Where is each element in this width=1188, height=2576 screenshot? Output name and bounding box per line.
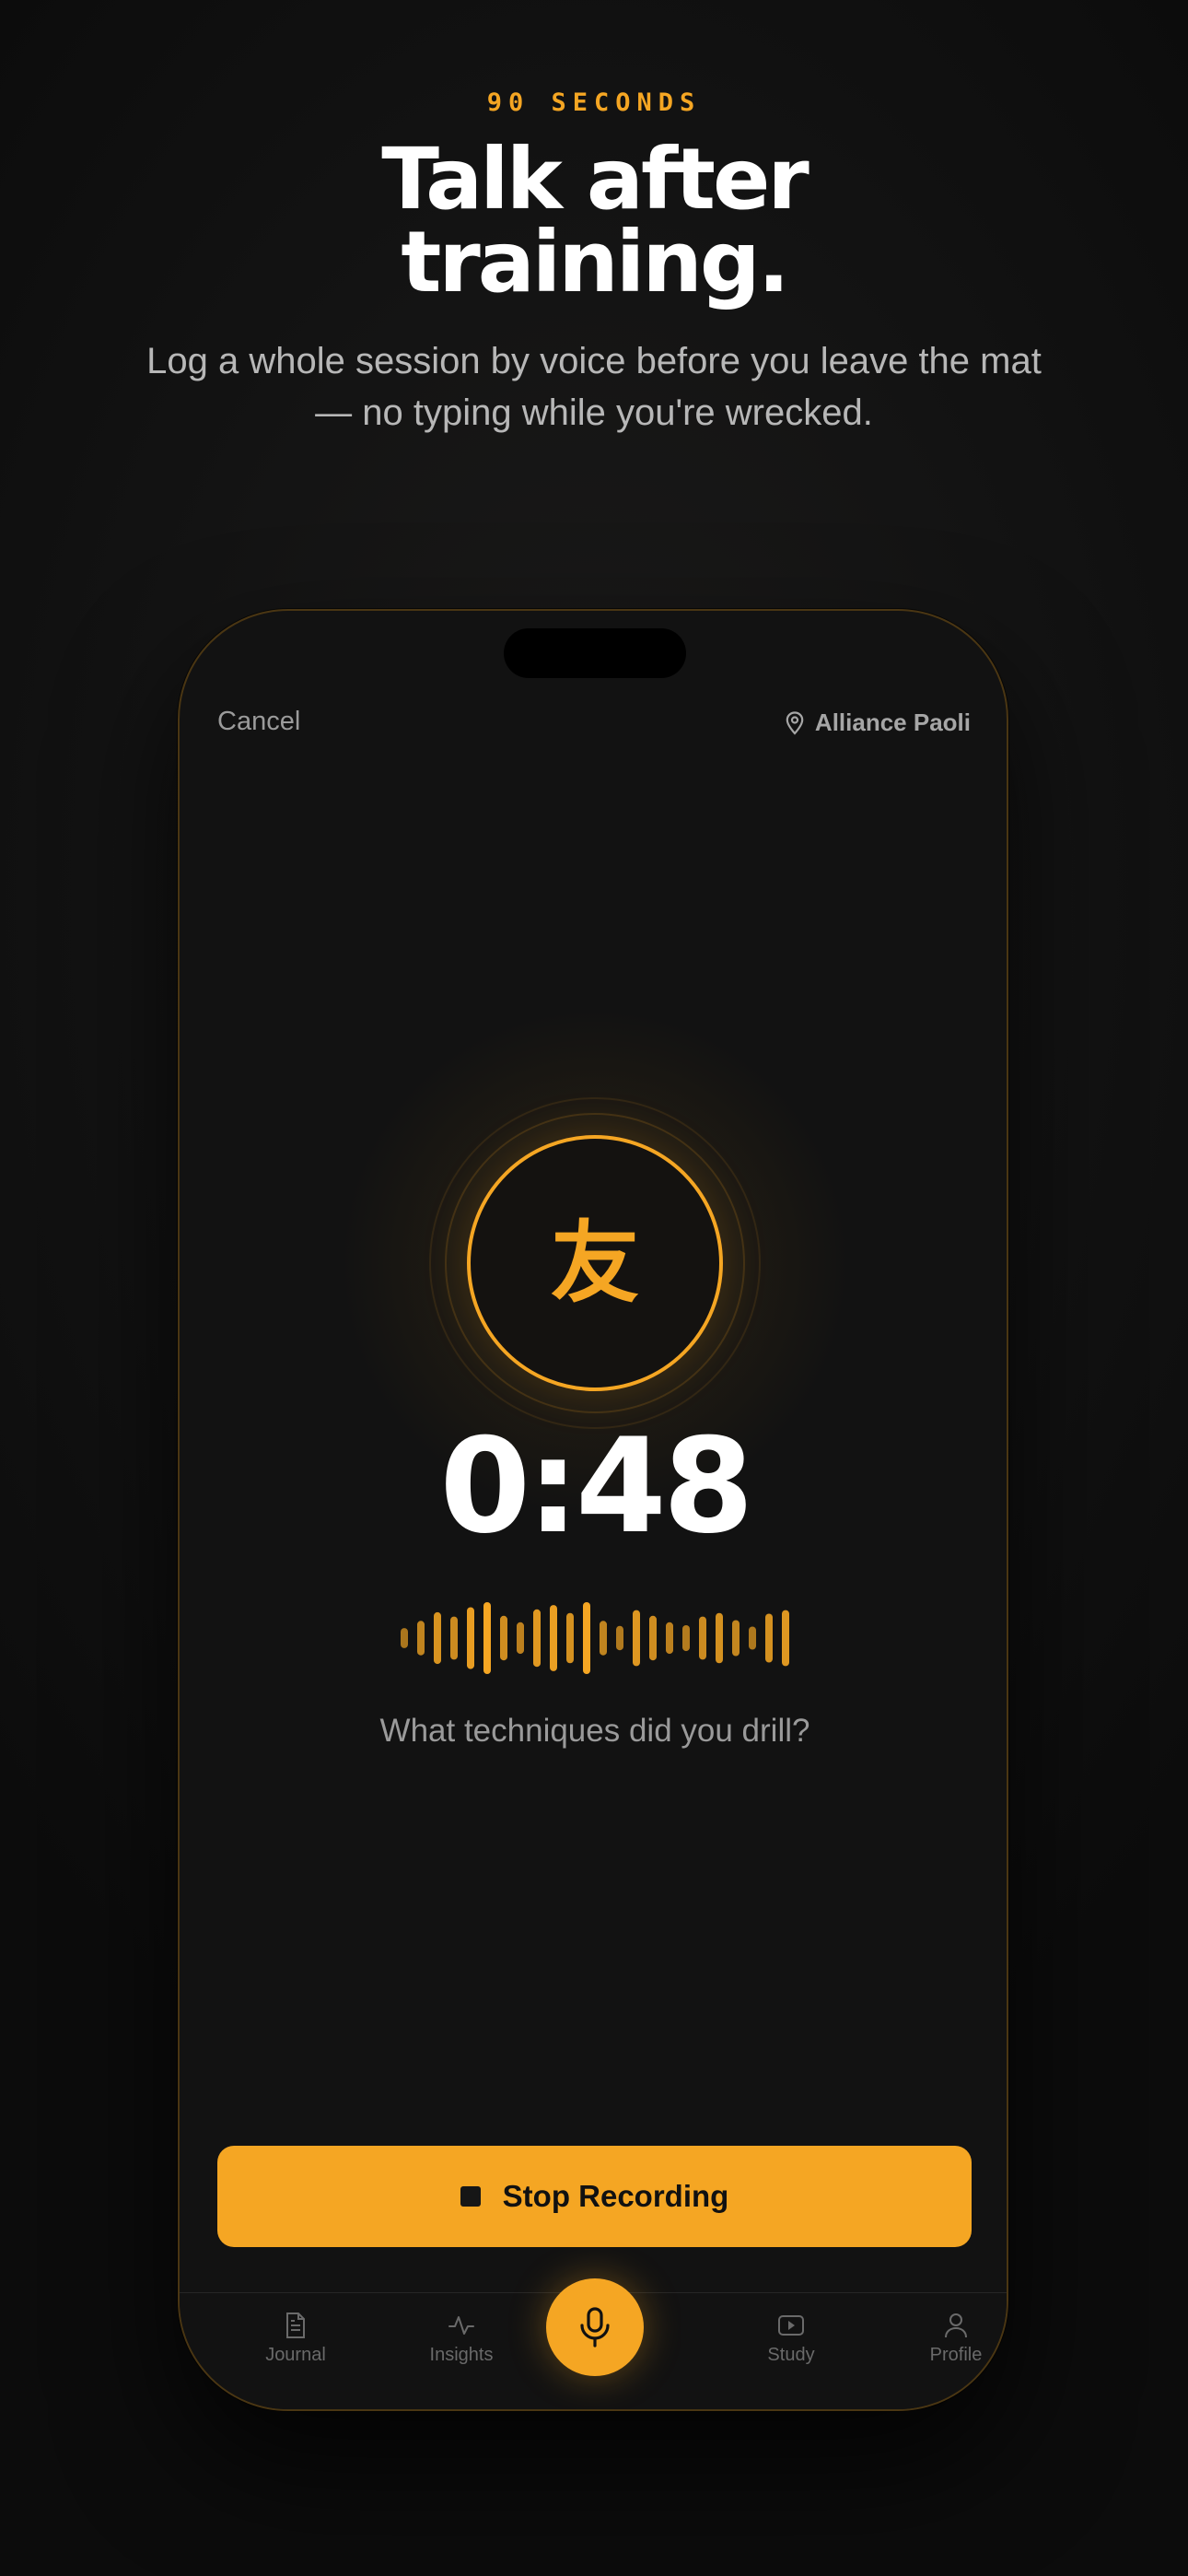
waveform-bar [401, 1628, 408, 1648]
tab-label: Journal [265, 2345, 326, 2365]
tab-insights[interactable]: Insights [388, 2312, 535, 2366]
stop-icon [460, 2186, 481, 2207]
headline-line-2: training. [401, 213, 789, 311]
activity-icon [448, 2316, 474, 2335]
waveform-bar [749, 1626, 756, 1650]
waveform-bar [666, 1622, 673, 1655]
gym-location[interactable]: Alliance Paoli [786, 708, 971, 737]
waveform-bar [533, 1609, 541, 1668]
logo-glyph: 友 [551, 1212, 639, 1315]
recording-indicator: 友 [467, 1135, 723, 1391]
waveform-bar [566, 1612, 574, 1664]
waveform-bar [583, 1602, 590, 1674]
question-prompt: What techniques did you drill? [379, 1713, 810, 1749]
waveform-bar [782, 1610, 789, 1667]
stop-recording-label: Stop Recording [502, 2179, 729, 2213]
document-icon [286, 2313, 305, 2338]
waveform-bar [450, 1616, 458, 1660]
tab-profile[interactable]: Profile [882, 2312, 1007, 2366]
waveform-bar [517, 1622, 524, 1655]
audio-waveform [401, 1602, 789, 1674]
tab-label: Profile [929, 2345, 983, 2365]
tab-study[interactable]: Study [717, 2312, 865, 2366]
eyebrow-label: 90 SECONDS [486, 88, 702, 117]
gym-name: Alliance Paoli [814, 708, 971, 736]
waveform-bar [616, 1625, 623, 1651]
tab-journal[interactable]: Journal [222, 2312, 369, 2366]
stop-recording-button[interactable]: Stop Recording [217, 2146, 972, 2247]
dynamic-island [504, 628, 686, 678]
headline-line-1: Talk after [381, 130, 809, 228]
waveform-bar [483, 1602, 491, 1674]
waveform-bar [699, 1616, 706, 1660]
tab-label: Study [767, 2345, 815, 2365]
waveform-bar [550, 1605, 557, 1671]
play-icon [778, 2315, 804, 2336]
waveform-bar [649, 1615, 657, 1661]
tab-label: Insights [429, 2345, 494, 2365]
cancel-button[interactable]: Cancel [217, 707, 300, 737]
headline: Talk after training. [0, 130, 1188, 311]
location-pin-icon [786, 710, 804, 735]
waveform-bar [732, 1620, 740, 1657]
phone-mockup: Cancel Alliance Paoli 友 0:48 What techni… [178, 609, 1008, 2411]
waveform-bar [434, 1611, 441, 1665]
waveform-bar [500, 1615, 507, 1661]
waveform-bar [467, 1607, 474, 1669]
subtitle: Log a whole session by voice before you … [146, 341, 1042, 433]
mic-icon [580, 2307, 610, 2348]
tab-bar: Journal Insights Study Profile [180, 2278, 1007, 2409]
user-icon [945, 2313, 967, 2338]
waveform-bar [765, 1613, 773, 1663]
waveform-bar [682, 1625, 690, 1652]
waveform-bar [716, 1612, 723, 1664]
waveform-bar [633, 1610, 640, 1667]
record-tab-button[interactable] [546, 2278, 644, 2376]
recording-timer: 0:48 [439, 1411, 753, 1563]
waveform-bar [417, 1621, 425, 1656]
waveform-bar [600, 1621, 607, 1656]
